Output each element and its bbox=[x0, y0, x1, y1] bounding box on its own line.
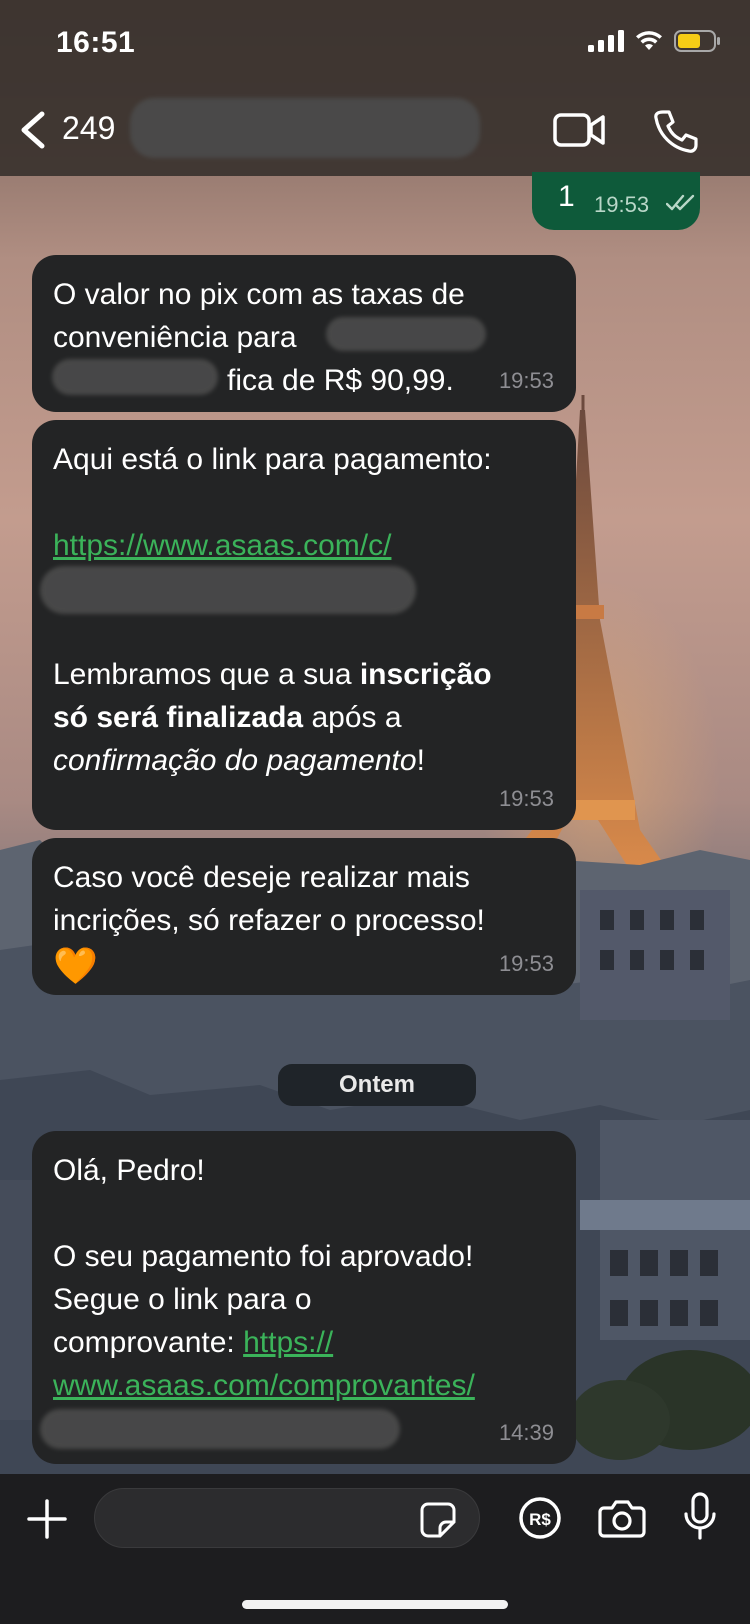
text-span: após a bbox=[303, 701, 402, 734]
wifi-icon bbox=[636, 31, 662, 50]
message-line: confirmação do pagamento! bbox=[53, 739, 556, 782]
incoming-message[interactable]: Aqui está o link para pagamento: https:/… bbox=[32, 420, 576, 830]
status-time: 16:51 bbox=[56, 26, 136, 59]
message-time: 19:53 bbox=[498, 368, 554, 393]
redacted-text bbox=[52, 359, 218, 395]
read-ticks-icon bbox=[666, 194, 695, 211]
text-span: ! bbox=[416, 744, 425, 777]
bold-text: inscrição bbox=[359, 658, 492, 691]
message-line: Aqui está o link para pagamento: bbox=[53, 443, 492, 476]
date-separator: Ontem bbox=[278, 1064, 476, 1106]
back-chevron-icon[interactable] bbox=[14, 108, 54, 152]
text-span: Lembramos que a sua bbox=[53, 658, 360, 691]
message-line: Lembramos que a sua inscrição bbox=[53, 653, 556, 696]
italic-text: confirmação do pagamento bbox=[53, 744, 417, 777]
message-line: Caso você deseje realizar mais bbox=[53, 861, 470, 894]
phone-icon[interactable] bbox=[652, 108, 698, 154]
home-indicator bbox=[242, 1600, 508, 1609]
sticker-icon[interactable] bbox=[420, 1502, 456, 1538]
redacted-link bbox=[40, 566, 416, 614]
message-line: O seu pagamento foi aprovado! bbox=[53, 1240, 474, 1273]
message-time: 14:39 bbox=[498, 1420, 554, 1445]
payment-icon[interactable]: R$ bbox=[518, 1496, 562, 1540]
payment-link[interactable]: https://www.asaas.com/c/ bbox=[53, 529, 391, 562]
receipt-link[interactable]: www.asaas.com/comprovantes/ bbox=[53, 1369, 475, 1402]
battery-icon bbox=[674, 30, 720, 52]
message-line: incrições, só refazer o processo! bbox=[53, 904, 485, 937]
redacted-contact-name bbox=[130, 98, 480, 158]
text-span: comprovante: bbox=[53, 1326, 244, 1359]
chat-header: 16:51 249 bbox=[0, 0, 750, 176]
message-time: 19:53 bbox=[498, 951, 554, 976]
message-line: Segue o link para o bbox=[53, 1283, 312, 1316]
contact-name[interactable]: 249 bbox=[62, 110, 115, 147]
plus-icon[interactable] bbox=[26, 1498, 68, 1540]
incoming-message[interactable]: Caso você deseje realizar mais incrições… bbox=[32, 838, 576, 995]
incoming-message[interactable]: O valor no pix com as taxas de conveniên… bbox=[32, 255, 576, 412]
message-time: 19:53 bbox=[498, 786, 554, 811]
outgoing-message[interactable]: 1 19:53 bbox=[532, 172, 700, 230]
camera-icon[interactable] bbox=[598, 1498, 646, 1538]
svg-text:R$: R$ bbox=[529, 1510, 551, 1529]
bold-text: só será finalizada bbox=[53, 701, 304, 734]
redacted-link bbox=[40, 1409, 400, 1449]
message-text: 1 bbox=[558, 180, 575, 213]
receipt-link[interactable]: https:// bbox=[243, 1326, 333, 1359]
redacted-text bbox=[326, 317, 486, 351]
message-line: Olá, Pedro! bbox=[53, 1154, 205, 1187]
video-call-icon[interactable] bbox=[552, 108, 606, 152]
message-composer: R$ bbox=[0, 1474, 750, 1624]
message-time: 19:53 bbox=[594, 192, 650, 217]
orange-heart-emoji: 🧡 bbox=[53, 945, 98, 986]
microphone-icon[interactable] bbox=[682, 1492, 718, 1542]
message-line: comprovante: https:// bbox=[53, 1321, 556, 1364]
status-icons bbox=[588, 30, 720, 52]
incoming-message[interactable]: Olá, Pedro! O seu pagamento foi aprovado… bbox=[32, 1131, 576, 1464]
signal-icon bbox=[588, 30, 624, 52]
price-text: fica de R$ 90,99. bbox=[227, 364, 454, 397]
message-line: O valor no pix com as taxas de bbox=[53, 278, 465, 311]
message-line: só será finalizada após a bbox=[53, 696, 556, 739]
